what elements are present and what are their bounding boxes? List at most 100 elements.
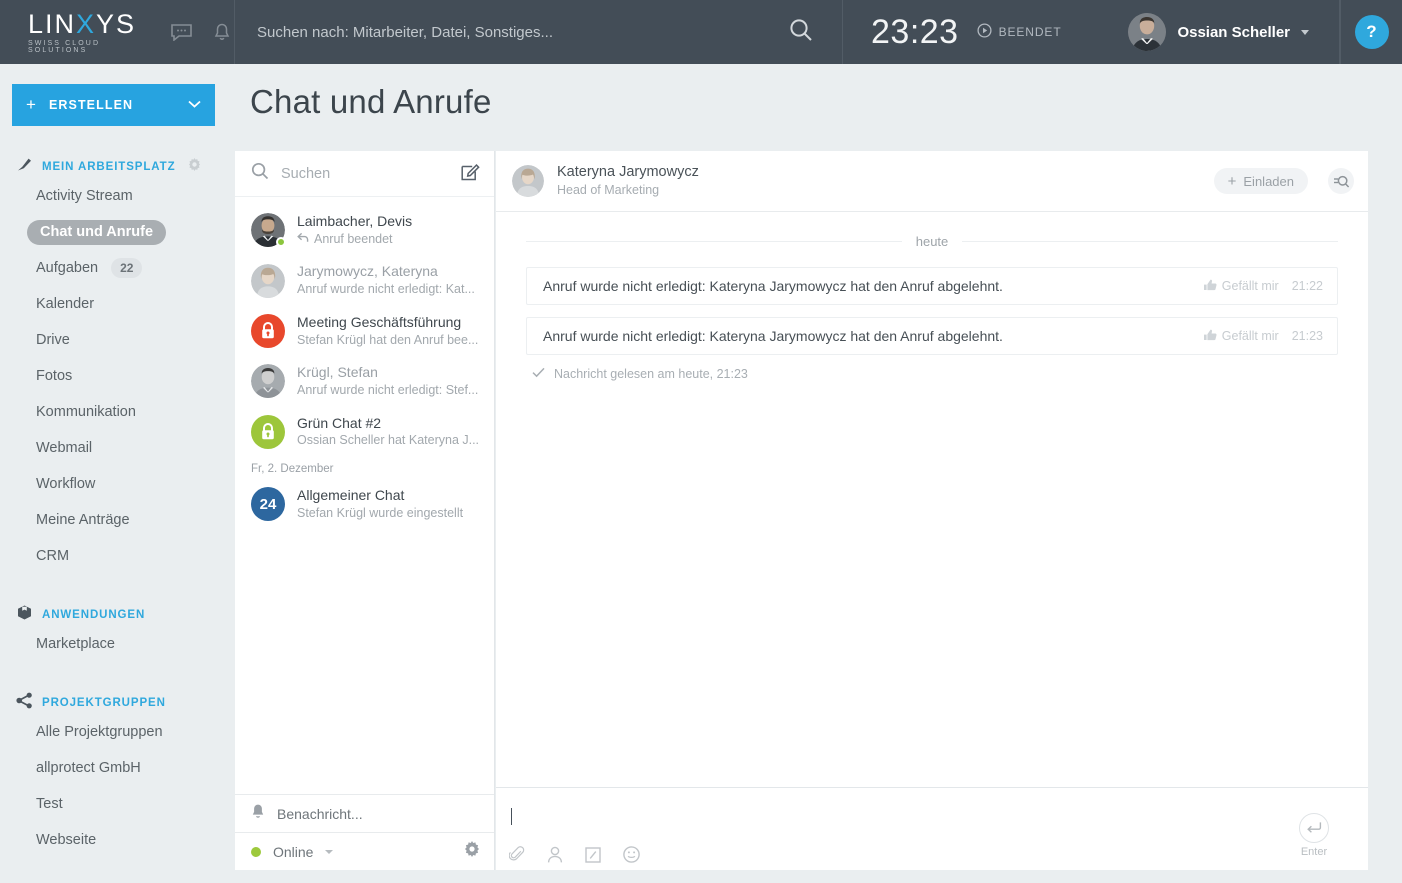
message-time: 21:22 xyxy=(1291,279,1323,293)
gear-icon[interactable] xyxy=(464,841,480,862)
composer-toolbar xyxy=(509,830,1348,870)
search-icon[interactable] xyxy=(788,17,814,48)
sidebar-item-meine-antraege[interactable]: Meine Anträge xyxy=(0,502,235,538)
presence-label: Online xyxy=(273,843,314,860)
sidebar-item-crm[interactable]: CRM xyxy=(0,538,235,574)
message-row[interactable]: Anruf wurde nicht erledigt: Kateryna Jar… xyxy=(526,267,1338,305)
message-row[interactable]: Anruf wurde nicht erledigt: Kateryna Jar… xyxy=(526,317,1338,355)
sidebar-item-aufgaben[interactable]: Aufgaben 22 xyxy=(0,250,235,286)
global-search[interactable]: Suchen nach: Mitarbeiter, Datei, Sonstig… xyxy=(235,0,843,64)
text-caret xyxy=(511,807,512,825)
sidebar-item-label: Test xyxy=(36,796,63,812)
bell-icon[interactable] xyxy=(210,19,234,45)
global-search-input[interactable]: Suchen nach: Mitarbeiter, Datei, Sonstig… xyxy=(257,24,788,41)
message-list[interactable]: heute Anruf wurde nicht erledigt: Katery… xyxy=(496,212,1368,787)
sidebar-item-kalender[interactable]: Kalender xyxy=(0,286,235,322)
list-item[interactable]: Laimbacher, Devis Anruf beendet xyxy=(235,205,494,255)
gear-icon[interactable] xyxy=(188,158,201,176)
sidebar-item-label: Workflow xyxy=(36,476,96,492)
sidebar-item-label: allprotect GmbH xyxy=(36,760,141,776)
message-input[interactable] xyxy=(509,802,1348,830)
notifications-label: Benachricht... xyxy=(277,805,363,822)
sidebar-item-marketplace[interactable]: Marketplace xyxy=(0,626,235,662)
sidebar-item-label: Webseite xyxy=(36,832,97,848)
chat-preview-text: Stefan Krügl wurde eingestellt xyxy=(297,505,464,520)
like-button[interactable]: Gefällt mir xyxy=(1203,329,1279,344)
current-time: 23:23 xyxy=(871,12,959,51)
presence-row[interactable]: Online xyxy=(235,832,494,870)
chat-preview: Stefan Krügl hat den Anruf bee... xyxy=(297,332,484,350)
sidebar-item-chat-und-anrufe[interactable]: Chat und Anrufe xyxy=(0,214,235,250)
person-icon[interactable] xyxy=(547,846,563,864)
sidebar-item-label: Kalender xyxy=(36,296,95,312)
sidebar-item-drive[interactable]: Drive xyxy=(0,322,235,358)
app-logo[interactable]: LINXYS SWISS CLOUD SOLUTIONS xyxy=(28,10,154,55)
compose-pencil-icon[interactable] xyxy=(461,162,480,186)
sidebar-item-kommunikation[interactable]: Kommunikation xyxy=(0,394,235,430)
message-time: 21:23 xyxy=(1291,329,1323,343)
list-item[interactable]: Grün Chat #2 Ossian Scheller hat Kateryn… xyxy=(235,407,494,457)
avatar-wrapper xyxy=(251,313,285,348)
divider-line xyxy=(526,241,902,242)
list-item[interactable]: Krügl, Stefan Anruf wurde nicht erledigt… xyxy=(235,356,494,406)
chat-preview-text: Ossian Scheller hat Kateryna J... xyxy=(297,433,480,448)
sidebar-items-anwendungen: Marketplace xyxy=(0,626,235,662)
sidebar-item-label: Aufgaben xyxy=(36,260,99,276)
list-item-text: Jarymowycz, Kateryna Anruf wurde nicht e… xyxy=(297,262,484,298)
chat-list-search[interactable]: Suchen xyxy=(235,151,494,197)
avatar xyxy=(251,263,285,298)
list-item-text: Meeting Geschäftsführung Stefan Krügl ha… xyxy=(297,313,484,349)
chat-preview: Stefan Krügl wurde eingestellt xyxy=(297,505,484,523)
sidebar-item-workflow[interactable]: Workflow xyxy=(0,466,235,502)
chat-list-panel: Suchen Laimbacher, Devis Anruf beendet J… xyxy=(235,151,495,870)
avatar xyxy=(251,414,285,449)
sidebar-section-title: ANWENDUNGEN xyxy=(42,609,146,621)
sidebar-item-alle-projektgruppen[interactable]: Alle Projektgruppen xyxy=(0,714,235,750)
list-item[interactable]: Jarymowycz, Kateryna Anruf wurde nicht e… xyxy=(235,255,494,305)
sidebar-item-allprotect-gmbh[interactable]: allprotect GmbH xyxy=(0,750,235,786)
worktime-status[interactable]: BEENDET xyxy=(977,23,1062,41)
like-button[interactable]: Gefällt mir xyxy=(1203,279,1279,294)
sidebar-item-label: Drive xyxy=(36,332,70,348)
chat-preview-text: Anruf wurde nicht erledigt: Kat... xyxy=(297,282,475,297)
like-button-label: Gefällt mir xyxy=(1221,329,1279,343)
speech-bubble-icon[interactable] xyxy=(170,19,194,45)
message-composer: Enter xyxy=(496,787,1368,870)
date-separator: Fr, 2. Dezember xyxy=(251,462,334,475)
sidebar-item-webmail[interactable]: Webmail xyxy=(0,430,235,466)
user-name: Ossian Scheller xyxy=(1177,23,1290,41)
invite-button[interactable]: + Einladen xyxy=(1213,168,1308,194)
chevron-down-icon xyxy=(1301,29,1309,35)
sidebar-item-test[interactable]: Test xyxy=(0,786,235,822)
help-button[interactable]: ? xyxy=(1354,15,1389,49)
day-separator: heute xyxy=(526,234,1339,249)
chat-list-search-input[interactable]: Suchen xyxy=(281,166,449,182)
like-button-label: Gefällt mir xyxy=(1221,279,1279,293)
paperclip-icon[interactable] xyxy=(509,845,525,864)
filter-search-icon[interactable] xyxy=(1328,168,1354,194)
smiley-icon[interactable] xyxy=(623,846,640,863)
chat-preview-text: Anruf beendet xyxy=(314,231,393,246)
call-returned-arrow-icon xyxy=(297,231,309,249)
avatar-wrapper xyxy=(251,414,285,449)
read-receipt: Nachricht gelesen am heute, 21:23 xyxy=(526,367,1338,381)
sidebar-item-fotos[interactable]: Fotos xyxy=(0,358,235,394)
lock-icon xyxy=(262,422,274,439)
sidebar-item-webseite[interactable]: Webseite xyxy=(0,822,235,858)
list-item[interactable]: Meeting Geschäftsführung Stefan Krügl ha… xyxy=(235,306,494,356)
notifications-row[interactable]: Benachricht... xyxy=(235,794,494,832)
list-item-text: Allgemeiner Chat Stefan Krügl wurde eing… xyxy=(297,486,484,522)
sidebar-item-activity-stream[interactable]: Activity Stream xyxy=(0,178,235,214)
message-text: Anruf wurde nicht erledigt: Kateryna Jar… xyxy=(543,328,1003,344)
list-item[interactable]: 24 Allgemeiner Chat Stefan Krügl wurde e… xyxy=(235,479,494,529)
help-zone[interactable]: ? xyxy=(1340,0,1402,64)
chevron-down-icon[interactable] xyxy=(325,849,334,854)
create-button[interactable]: + ERSTELLEN xyxy=(12,84,215,126)
send-button[interactable] xyxy=(1299,813,1329,843)
user-menu[interactable]: Ossian Scheller xyxy=(1128,13,1339,51)
chat-list-scroll[interactable]: Laimbacher, Devis Anruf beendet Jarymowy… xyxy=(235,197,494,794)
chevron-down-icon[interactable] xyxy=(188,99,201,111)
conversation-subtitle: Head of Marketing xyxy=(557,183,660,198)
slash-command-icon[interactable] xyxy=(585,846,601,863)
lock-icon xyxy=(262,321,274,339)
